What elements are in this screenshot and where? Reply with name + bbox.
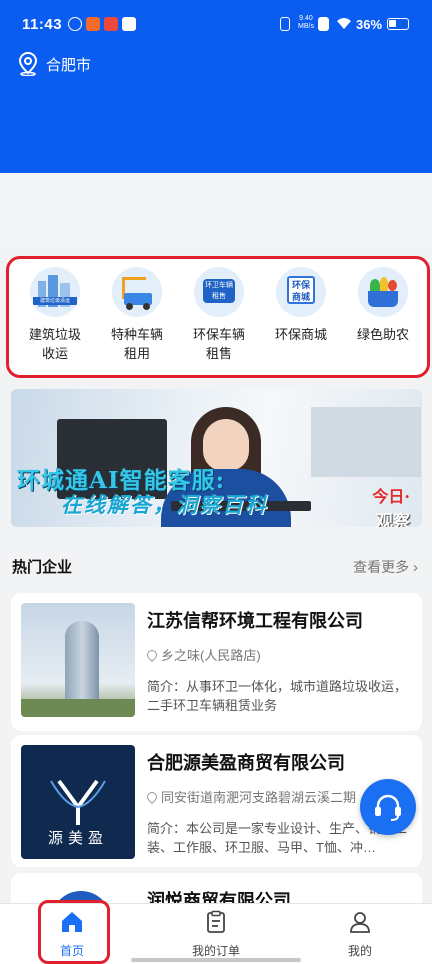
special-vehicle-icon <box>112 267 162 317</box>
home-highlight-box <box>38 900 110 964</box>
sim-icon <box>318 17 329 31</box>
status-bar: 11:43 9.40 MB/s 36% <box>0 0 432 48</box>
construction-waste-icon: 建筑垃圾清运 <box>30 267 80 317</box>
category-eco-vehicle[interactable]: 环卫车辆租售 环保车辆 租售 <box>177 267 261 363</box>
category-green-farm[interactable]: 绿色助农 <box>341 267 425 344</box>
customer-service-button[interactable] <box>360 779 416 835</box>
company-card[interactable]: 江苏信帮环境工程有限公司 乡之味(人民路店) 简介：从事环卫一体化，城市道路垃圾… <box>11 593 422 731</box>
gesture-indicator <box>131 958 301 962</box>
tab-profile[interactable]: 我的 <box>310 910 410 959</box>
location-icon <box>147 647 160 663</box>
company-logo: 源美盈 <box>21 745 135 859</box>
banner-tag: 今日· 观察 <box>372 487 410 527</box>
app-notification-icon <box>86 17 100 31</box>
orders-icon <box>207 910 225 933</box>
company-image <box>21 603 135 717</box>
headset-icon <box>375 794 401 821</box>
category-eco-mall[interactable]: 环保商城 环保商城 <box>259 267 343 344</box>
company-address: 乡之味(人民路店) <box>147 645 415 664</box>
company-name: 合肥源美盈商贸有限公司 <box>147 753 345 773</box>
company-name: 江苏信帮环境工程有限公司 <box>147 611 363 631</box>
battery-icon <box>387 18 409 30</box>
green-farm-icon <box>358 267 408 317</box>
company-description: 简介：从事环卫一体化，城市道路垃圾收运，二手环卫车辆租赁业务 <box>147 679 408 713</box>
location-icon <box>147 789 160 805</box>
office-window-graphic <box>311 407 421 477</box>
section-title: 热门企业 <box>12 559 73 576</box>
eco-vehicle-icon: 环卫车辆租售 <box>194 267 244 317</box>
category-special-vehicle[interactable]: 特种车辆 租用 <box>95 267 179 363</box>
wifi-icon <box>337 18 351 29</box>
location-selector[interactable]: 合肥市 <box>18 52 91 76</box>
category-label: 建筑垃圾 收运 <box>28 327 81 361</box>
net-speed: 9.40 MB/s <box>298 15 314 30</box>
battery-percent: 36% <box>356 17 383 32</box>
status-time: 11:43 <box>22 16 63 33</box>
category-panel: 建筑垃圾清运 建筑垃圾 收运 特种车辆 租用 环卫车辆租售 环保车辆 租售 环保商城 … <box>6 256 430 378</box>
app-notification-icon-2 <box>104 17 118 31</box>
location-pin-icon <box>18 52 38 76</box>
sync-icon <box>68 17 82 31</box>
category-label: 环保车辆 租售 <box>192 327 245 361</box>
chevron-right-icon: › <box>413 559 418 576</box>
city-name: 合肥市 <box>46 56 92 74</box>
ai-service-banner[interactable]: 环城通AI智能客服: 在线解答，洞察百科 今日· 观察 <box>11 389 422 527</box>
vibrate-icon <box>280 17 290 31</box>
tab-my-orders[interactable]: 我的订单 <box>166 910 266 959</box>
see-more-link[interactable]: 查看更多 › <box>353 557 418 577</box>
category-label: 绿色助农 <box>356 327 409 342</box>
banner-subtitle: 在线解答，洞察百科 <box>61 492 268 517</box>
eco-mall-icon: 环保商城 <box>276 267 326 317</box>
category-label: 特种车辆 租用 <box>110 327 163 361</box>
category-construction-waste[interactable]: 建筑垃圾清运 建筑垃圾 收运 <box>13 267 97 363</box>
blank-strip <box>0 173 432 248</box>
profile-icon <box>350 912 370 933</box>
category-label: 环保商城 <box>274 327 327 342</box>
message-icon <box>122 17 136 31</box>
